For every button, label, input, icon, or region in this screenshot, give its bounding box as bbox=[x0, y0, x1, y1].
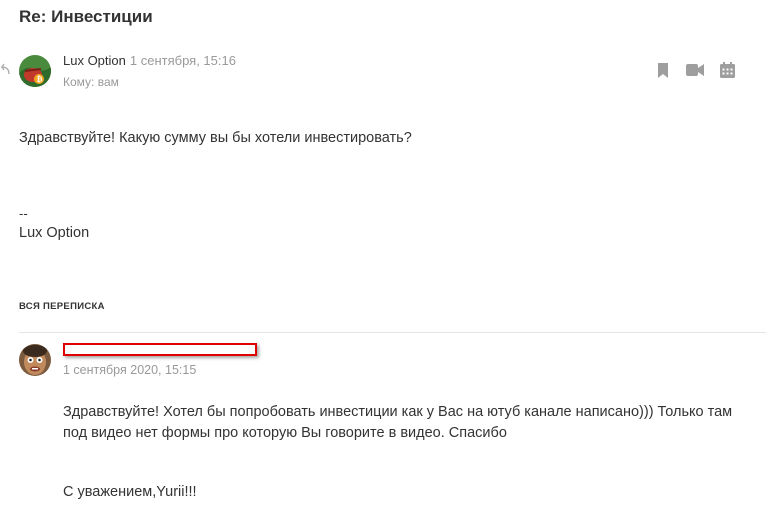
message-date: 1 сентября, 15:16 bbox=[129, 53, 236, 68]
thread-divider bbox=[19, 332, 766, 333]
redacted-sender-name bbox=[63, 343, 257, 356]
email-subject: Re: Инвестиции bbox=[19, 7, 153, 26]
quoted-signature: С уважением,Yurii!!! bbox=[63, 484, 197, 500]
message-actions bbox=[654, 61, 736, 79]
signature-name: Lux Option bbox=[19, 225, 90, 241]
quoted-body-line: Здравствуйте! Хотел бы попробовать инвес… bbox=[63, 404, 733, 420]
video-icon[interactable] bbox=[686, 61, 704, 79]
calendar-icon[interactable] bbox=[718, 61, 736, 79]
quoted-message-body: Здравствуйте! Хотел бы попробовать инвес… bbox=[63, 402, 763, 444]
recipient-line: Кому: вам bbox=[63, 75, 119, 89]
quoted-message-date: 1 сентября 2020, 15:15 bbox=[63, 363, 197, 377]
thread-label[interactable]: ВСЯ ПЕРЕПИСКА bbox=[19, 301, 105, 312]
sender-name[interactable]: Lux Option bbox=[63, 53, 126, 68]
reply-arrow-icon[interactable] bbox=[0, 60, 10, 76]
svg-text:₿: ₿ bbox=[37, 76, 43, 84]
signature-separator: -- bbox=[19, 206, 28, 221]
sender-avatar[interactable]: ₿ bbox=[19, 55, 51, 87]
message-body: Здравствуйте! Какую сумму вы бы хотели и… bbox=[19, 130, 412, 146]
bookmark-icon[interactable] bbox=[654, 61, 672, 79]
quoted-sender-avatar[interactable] bbox=[19, 344, 51, 376]
quoted-body-line: под видео нет формы про которую Вы говор… bbox=[63, 425, 507, 441]
sender-line: Lux Option 1 сентября, 15:16 bbox=[63, 53, 236, 68]
